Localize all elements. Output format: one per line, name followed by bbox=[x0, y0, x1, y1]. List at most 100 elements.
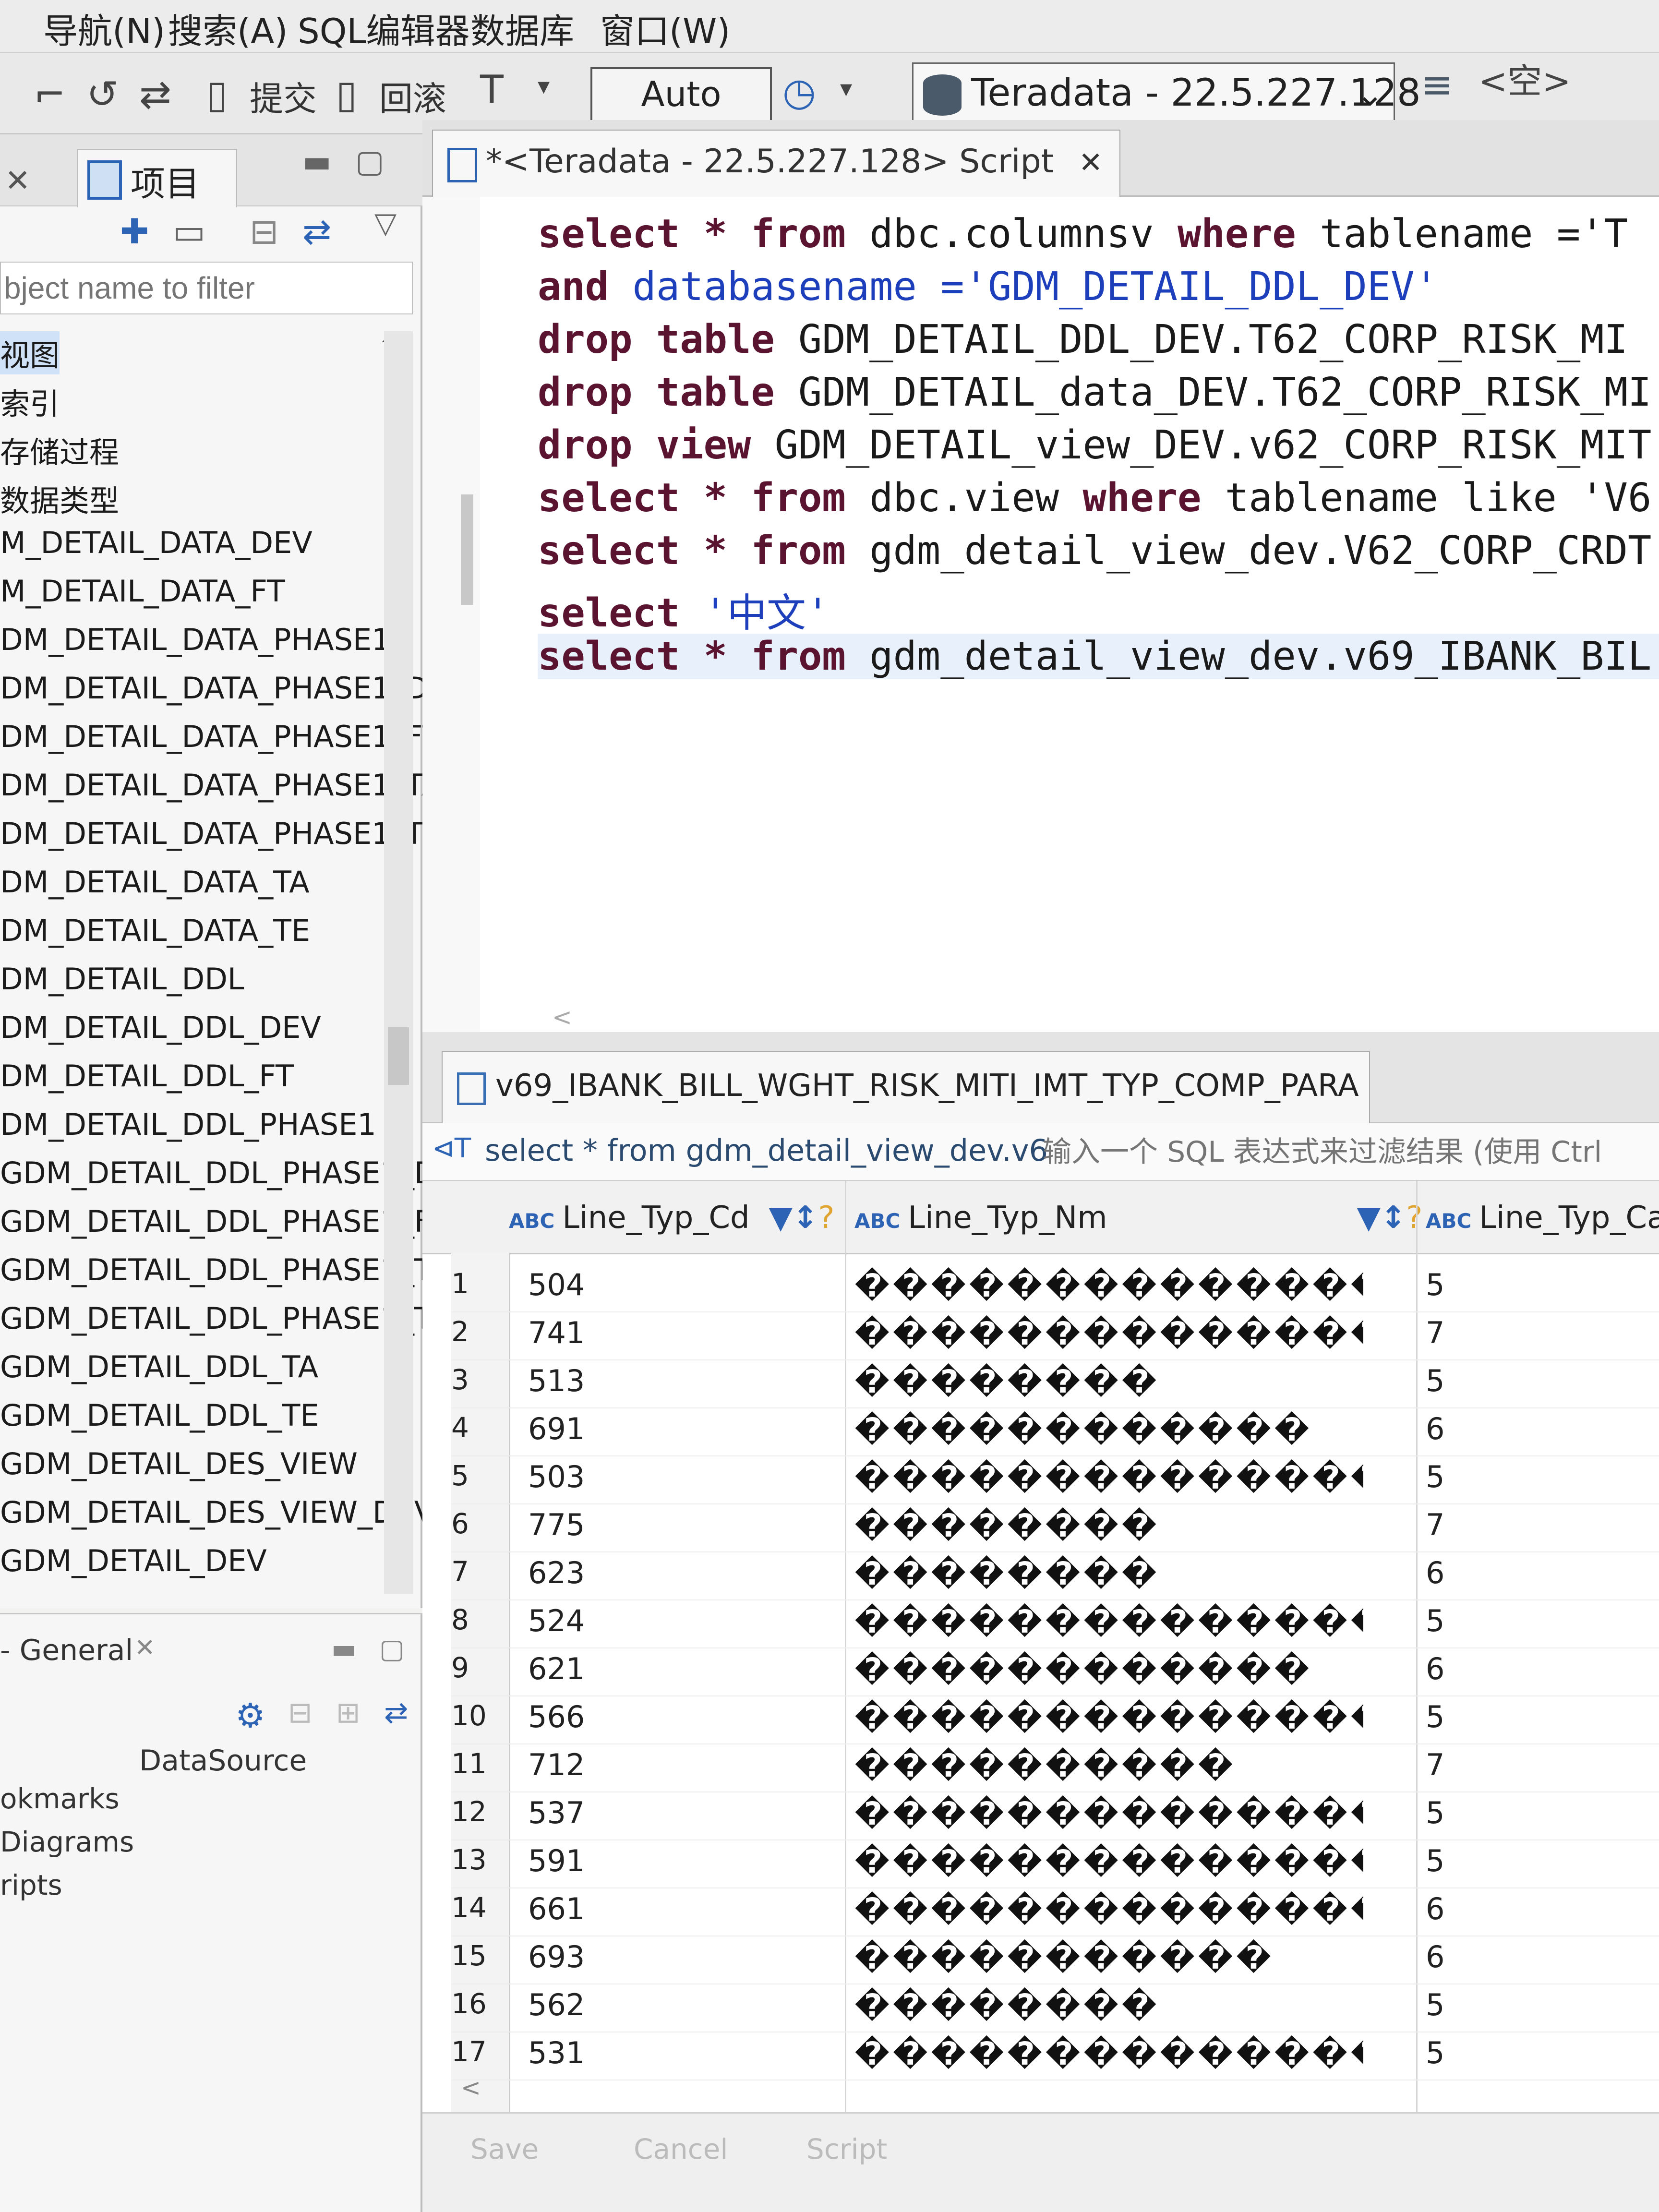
cell-line-typ-nm[interactable]: ���������� bbox=[854, 1747, 1363, 1784]
cell-line-typ-nm[interactable]: �������� bbox=[854, 1363, 1363, 1400]
tree-item[interactable]: 数据类型 bbox=[0, 477, 119, 520]
cell-line-typ-ca[interactable]: 7 bbox=[1426, 1315, 1444, 1350]
cell-line-typ-cd[interactable]: 562 bbox=[528, 1987, 585, 2022]
cell-line-typ-nm[interactable]: ����������� bbox=[854, 1939, 1363, 1976]
code-line[interactable]: select * from gdm_detail_view_dev.v69_IB… bbox=[538, 634, 1659, 679]
filter-sort-icon[interactable]: ▼↕ bbox=[1357, 1200, 1407, 1236]
code-line[interactable]: select * from gdm_detail_view_dev.V62_CO… bbox=[538, 528, 1651, 574]
close-icon[interactable]: ✕ bbox=[134, 1634, 156, 1662]
tree-item[interactable]: DM_DETAIL_DATA_PHASE1 bbox=[0, 622, 391, 657]
cell-line-typ-cd[interactable]: 513 bbox=[528, 1363, 585, 1398]
tree-item[interactable]: GDM_DETAIL_DES_VIEW bbox=[0, 1446, 358, 1481]
tree-item[interactable]: DM_DETAIL_DATA_PHASE1_FT bbox=[0, 719, 440, 754]
cell-line-typ-cd[interactable]: 712 bbox=[528, 1747, 585, 1782]
tree-item[interactable]: DM_DETAIL_DATA_TA bbox=[0, 865, 310, 900]
tree-item[interactable]: GDM_DETAIL_DDL_TA bbox=[0, 1349, 318, 1384]
minimize-icon[interactable]: ▬ bbox=[302, 144, 331, 180]
cell-line-typ-nm[interactable]: ����������������� bbox=[854, 1459, 1363, 1496]
cell-line-typ-nm[interactable]: ����������������� bbox=[854, 1603, 1363, 1640]
sql-editor[interactable]: select * from dbc.columnsv where tablena… bbox=[422, 197, 1659, 1032]
cell-line-typ-cd[interactable]: 537 bbox=[528, 1795, 585, 1830]
cell-line-typ-nm[interactable]: �������� bbox=[854, 1555, 1363, 1592]
tree-item[interactable]: GDM_DETAIL_DDL_TE bbox=[0, 1398, 319, 1433]
cell-line-typ-ca[interactable]: 6 bbox=[1426, 1939, 1444, 1974]
cell-line-typ-nm[interactable]: ����������������� bbox=[854, 1267, 1363, 1304]
script-button[interactable]: Script bbox=[806, 2133, 887, 2165]
tree-item[interactable]: DM_DETAIL_DATA_PHASE1_DE bbox=[0, 671, 447, 706]
bookmarks-item[interactable]: okmarks bbox=[0, 1782, 120, 1815]
cell-line-typ-ca[interactable]: 6 bbox=[1426, 1555, 1444, 1590]
tree-item[interactable]: DM_DETAIL_DATA_PHASE1_TA bbox=[0, 768, 442, 803]
cell-line-typ-cd[interactable]: 623 bbox=[528, 1555, 585, 1590]
chevron-down-icon[interactable]: ▾ bbox=[538, 72, 550, 100]
column-divider[interactable] bbox=[1416, 1181, 1418, 2112]
cell-line-typ-ca[interactable]: 5 bbox=[1426, 1267, 1444, 1302]
tree-item[interactable]: GDM_DETAIL_DEV bbox=[0, 1543, 267, 1578]
cell-line-typ-nm[interactable]: ����������������� bbox=[854, 1315, 1363, 1352]
cell-line-typ-ca[interactable]: 5 bbox=[1426, 2035, 1444, 2070]
cell-line-typ-cd[interactable]: 775 bbox=[528, 1507, 585, 1542]
cell-line-typ-cd[interactable]: 661 bbox=[528, 1891, 585, 1926]
cell-line-typ-nm[interactable]: ������������ bbox=[854, 1651, 1363, 1688]
menu-search[interactable]: 搜索(A) bbox=[168, 3, 288, 53]
expand-all-icon[interactable]: ⊞ bbox=[336, 1696, 360, 1730]
code-line[interactable]: select * from dbc.view where tablename l… bbox=[538, 475, 1651, 521]
tree-item[interactable]: GDM_DETAIL_DDL_PHASE1_TA bbox=[0, 1252, 450, 1287]
commit-mode-button[interactable]: Auto bbox=[590, 67, 772, 124]
tree-item[interactable]: DM_DETAIL_DDL_PHASE1 bbox=[0, 1107, 376, 1142]
connection-selector[interactable]: Teradata - 22.5.227.128 ⌄ bbox=[912, 62, 1421, 128]
cell-line-typ-cd[interactable]: 524 bbox=[528, 1603, 585, 1638]
tree-item[interactable]: GDM_DETAIL_DDL_PHASE1_FT bbox=[0, 1204, 449, 1239]
menu-database[interactable]: 数据库 bbox=[470, 3, 574, 53]
tab-results[interactable]: v69_IBANK_BILL_WGHT_RISK_MITI_IMT_TYP_CO… bbox=[442, 1051, 1370, 1124]
cell-line-typ-ca[interactable]: 5 bbox=[1426, 1795, 1444, 1830]
disconnect-icon[interactable]: ↺ bbox=[86, 72, 119, 117]
save-button[interactable]: Save bbox=[470, 2133, 539, 2165]
cell-line-typ-nm[interactable]: ����������������� bbox=[854, 2035, 1363, 2072]
cell-line-typ-nm[interactable]: �������� bbox=[854, 1987, 1363, 2024]
column-header-line-typ-cd[interactable]: ABC Line_Typ_Cd ▼↕? bbox=[509, 1200, 834, 1236]
commit-icon[interactable]: ▯ bbox=[206, 72, 228, 117]
cell-line-typ-ca[interactable]: 5 bbox=[1426, 1363, 1444, 1398]
sync-icon[interactable]: ⇄ bbox=[384, 1696, 408, 1730]
code-line[interactable]: drop table GDM_DETAIL_DDL_DEV.T62_CORP_R… bbox=[538, 317, 1628, 362]
cell-line-typ-cd[interactable]: 621 bbox=[528, 1651, 585, 1686]
cell-line-typ-ca[interactable]: 5 bbox=[1426, 1843, 1444, 1878]
chevron-down-icon[interactable]: ▾ bbox=[840, 74, 852, 102]
new-folder-icon[interactable]: ▭ bbox=[173, 211, 205, 252]
rollback-button[interactable]: 回滚 bbox=[379, 72, 446, 120]
cell-line-typ-ca[interactable]: 6 bbox=[1426, 1651, 1444, 1686]
maximize-icon[interactable]: ▢ bbox=[379, 1634, 405, 1665]
reconnect-icon[interactable]: ⇄ bbox=[139, 72, 171, 117]
column-header-line-typ-nm[interactable]: ABC Line_Typ_Nm ▼↕? bbox=[854, 1200, 1422, 1236]
scroll-thumb[interactable] bbox=[388, 1027, 409, 1085]
tree-item[interactable]: GDM_DETAIL_DDL_PHASE1_TE bbox=[0, 1301, 451, 1336]
tab-script[interactable]: *<Teradata - 22.5.227.128> Script ✕ bbox=[432, 130, 1120, 198]
cell-line-typ-ca[interactable]: 5 bbox=[1426, 1603, 1444, 1638]
cell-line-typ-cd[interactable]: 693 bbox=[528, 1939, 585, 1974]
minimize-icon[interactable]: ▬ bbox=[331, 1634, 357, 1665]
tree-item[interactable]: 视图 bbox=[0, 331, 60, 374]
cell-line-typ-cd[interactable]: 691 bbox=[528, 1411, 585, 1446]
code-line[interactable]: select * from dbc.columnsv where tablena… bbox=[538, 211, 1628, 257]
close-icon[interactable]: ✕ bbox=[5, 163, 31, 199]
connect-icon[interactable]: ⌐ bbox=[34, 72, 66, 117]
schema-selector[interactable]: <空> bbox=[1479, 53, 1571, 103]
gear-icon[interactable]: ⚙ bbox=[235, 1696, 265, 1735]
tree-item[interactable]: DM_DETAIL_DDL_DEV bbox=[0, 1010, 321, 1045]
menu-navigate[interactable]: 导航(N) bbox=[43, 3, 165, 53]
link-editor-icon[interactable]: ✚ bbox=[120, 211, 149, 252]
tree-item[interactable]: DM_DETAIL_DDL bbox=[0, 962, 244, 997]
cell-line-typ-cd[interactable]: 504 bbox=[528, 1267, 585, 1302]
menu-window[interactable]: 窗口(W) bbox=[600, 3, 730, 53]
cell-line-typ-nm[interactable]: ��������������� bbox=[854, 1699, 1363, 1736]
cell-line-typ-ca[interactable]: 7 bbox=[1426, 1507, 1444, 1542]
scripts-item[interactable]: ripts bbox=[0, 1869, 62, 1901]
results-filter-input[interactable] bbox=[1042, 1128, 1656, 1176]
cell-line-typ-nm[interactable]: ����������������� bbox=[854, 1843, 1363, 1880]
sync-icon[interactable]: ⇄ bbox=[302, 211, 331, 252]
object-filter-input[interactable] bbox=[0, 262, 413, 314]
cell-line-typ-nm[interactable]: �������� bbox=[854, 1507, 1363, 1544]
cell-line-typ-cd[interactable]: 566 bbox=[528, 1699, 585, 1734]
cell-line-typ-cd[interactable]: 531 bbox=[528, 2035, 585, 2070]
